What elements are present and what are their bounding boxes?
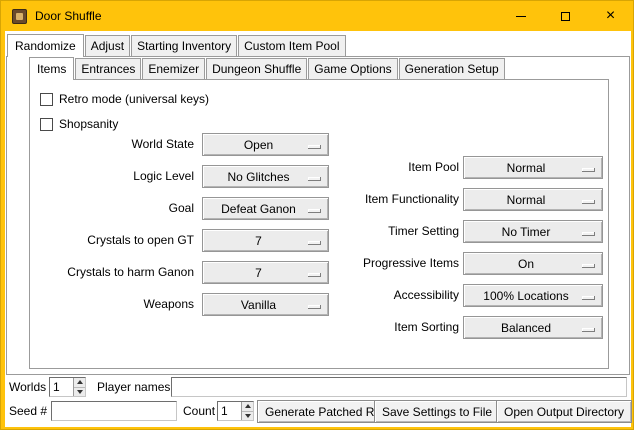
tab-enemizer[interactable]: Enemizer [142,58,205,79]
player-names-input[interactable] [171,377,627,397]
dropdown-indicator-icon [308,209,321,213]
dropdown-value: Balanced [501,321,565,335]
dropdown-value: Open [244,138,287,152]
close-button[interactable]: × [588,1,633,31]
app-icon [12,9,27,24]
spin-down-button[interactable] [74,387,85,397]
maximize-icon [561,12,570,21]
dropdown-value: 7 [255,266,276,280]
spin-down-icon [245,414,251,418]
checkbox-icon [40,118,53,131]
tab-dungeon-shuffle[interactable]: Dungeon Shuffle [206,58,307,79]
crystals-open-gt-label: Crystals to open GT [30,229,194,252]
maximize-button[interactable] [543,1,588,31]
tab-starting-inventory[interactable]: Starting Inventory [131,35,237,56]
world-state-dropdown[interactable]: Open [202,133,329,156]
dropdown-indicator-icon [308,241,321,245]
save-settings-button[interactable]: Save Settings to File [374,400,500,423]
tab-randomize[interactable]: Randomize [7,34,84,57]
checkbox-label: Retro mode (universal keys) [59,92,209,107]
close-icon: × [606,8,615,24]
item-sorting-label: Item Sorting [340,316,459,339]
crystals-harm-ganon-label: Crystals to harm Ganon [30,261,194,284]
inner-tabbar: Items Entrances Enemizer Dungeon Shuffle… [29,59,505,79]
world-state-label: World State [30,133,194,156]
spinner-arrows [241,402,253,420]
checkbox-label: Shopsanity [59,117,118,132]
crystals-open-gt-dropdown[interactable]: 7 [202,229,329,252]
crystals-harm-ganon-dropdown[interactable]: 7 [202,261,329,284]
goal-label: Goal [30,197,194,220]
checkbox-retro-mode[interactable]: Retro mode (universal keys) [40,92,209,107]
item-sorting-dropdown[interactable]: Balanced [463,316,603,339]
outer-tabbar: Randomize Adjust Starting Inventory Cust… [7,33,346,56]
count-spinner[interactable]: 1 [217,401,254,421]
worlds-spinner[interactable]: 1 [49,377,86,397]
tab-custom-item-pool[interactable]: Custom Item Pool [238,35,345,56]
option-row: Weapons Vanilla Item Sorting Balanced [30,293,608,316]
dropdown-value: Defeat Ganon [221,202,310,216]
weapons-dropdown[interactable]: Vanilla [202,293,329,316]
dropdown-indicator-icon [308,305,321,309]
dropdown-indicator-icon [308,145,321,149]
option-row: Crystals to harm Ganon 7 Accessibility 1… [30,261,608,284]
option-row: World State Open Item Pool Normal [30,133,608,156]
spinner-arrows [73,378,85,396]
logic-level-label: Logic Level [30,165,194,188]
spin-up-button[interactable] [242,402,253,411]
dropdown-indicator-icon [308,177,321,181]
checkbox-shopsanity[interactable]: Shopsanity [40,117,118,132]
worlds-value: 1 [50,378,73,396]
weapons-label: Weapons [30,293,194,316]
option-row: Logic Level No Glitches Item Functionali… [30,165,608,188]
worlds-label: Worlds [9,377,46,397]
checkbox-icon [40,93,53,106]
window-title: Door Shuffle [35,9,102,23]
tab-game-options[interactable]: Game Options [308,58,397,79]
open-output-directory-button[interactable]: Open Output Directory [496,400,632,423]
spin-up-button[interactable] [74,378,85,387]
tab-generation-setup[interactable]: Generation Setup [399,58,505,79]
client-area: Randomize Adjust Starting Inventory Cust… [5,31,631,427]
app-window: Door Shuffle × Randomize Adjust Starting… [0,0,634,430]
tab-entrances[interactable]: Entrances [75,58,141,79]
items-pane: Retro mode (universal keys) Shopsanity W… [29,79,609,369]
player-names-label: Player names [97,377,170,397]
seed-input[interactable] [51,401,177,421]
option-row: Goal Defeat Ganon Timer Setting No Timer [30,197,608,220]
count-value: 1 [218,402,241,420]
logic-level-dropdown[interactable]: No Glitches [202,165,329,188]
count-label: Count [183,401,215,421]
spin-down-icon [77,390,83,394]
goal-dropdown[interactable]: Defeat Ganon [202,197,329,220]
option-row: Crystals to open GT 7 Progressive Items … [30,229,608,252]
dropdown-value: 7 [255,234,276,248]
minimize-button[interactable] [498,1,543,31]
spin-up-icon [245,404,251,408]
tab-adjust[interactable]: Adjust [85,35,130,56]
seed-label: Seed # [9,401,47,421]
window-controls: × [498,1,633,31]
dropdown-value: No Glitches [227,170,303,184]
dropdown-value: Vanilla [241,298,290,312]
dropdown-indicator-icon [308,273,321,277]
tab-items[interactable]: Items [29,57,74,80]
minimize-icon [516,16,526,17]
spin-up-icon [77,380,83,384]
spin-down-button[interactable] [242,411,253,421]
dropdown-indicator-icon [582,328,595,332]
